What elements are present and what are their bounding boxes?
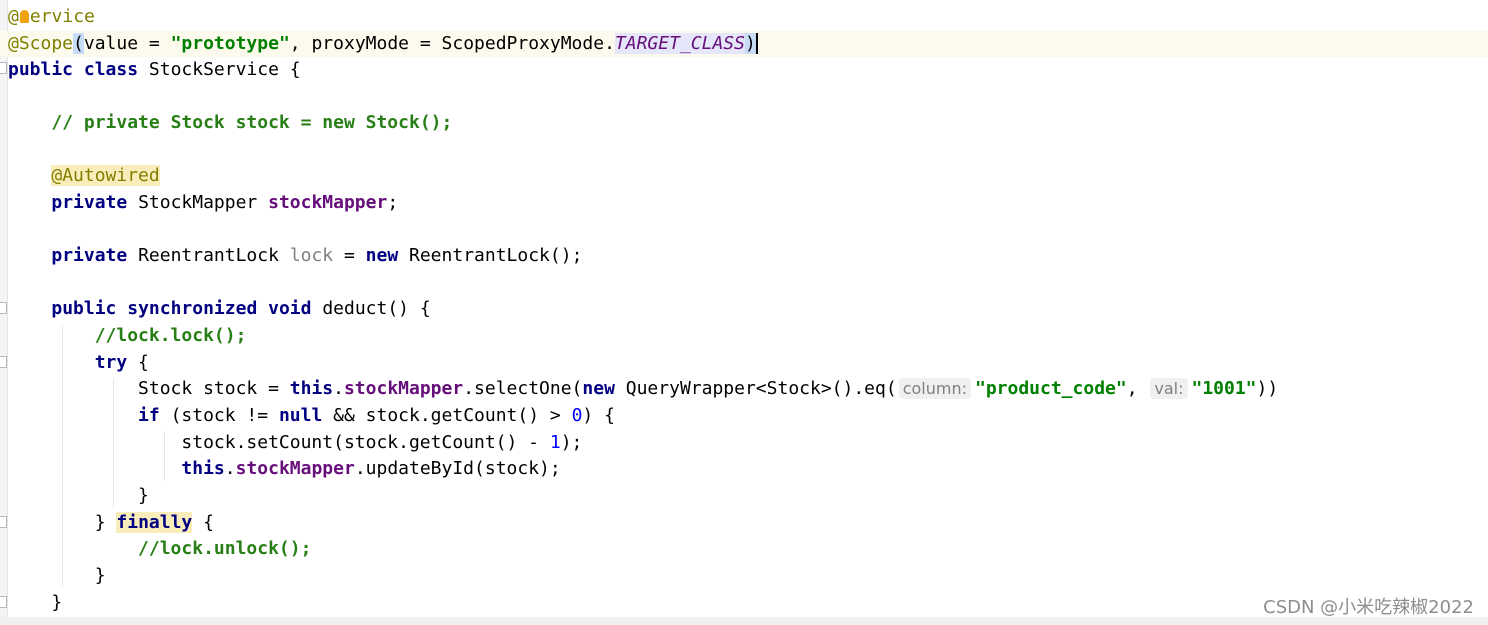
field-stockMapper: stockMapper [268, 192, 388, 213]
fold-marker-deduct-end[interactable] [0, 596, 7, 608]
code-line-8: private StockMapper stockMapper; [51, 192, 399, 213]
autowired-annotation: @Autowired [51, 165, 160, 186]
code-line-19: } [138, 485, 149, 506]
code-line-22: } [94, 565, 106, 586]
code-line-17: stock.setCount(stock.getCount() - 1); [181, 432, 583, 453]
comment: //lock.lock(); [94, 325, 247, 346]
finally-keyword: finally [116, 512, 193, 533]
code-line-13: //lock.lock(); [8, 323, 247, 349]
code-line-2: @Scope(value = "prototype", proxyMode = … [0, 31, 1488, 57]
code-line-15: Stock stock = this.stockMapper.selectOne… [138, 378, 1279, 399]
code-line-5: // private Stock stock = new Stock(); [8, 110, 452, 136]
matched-paren-open: ( [73, 33, 84, 54]
annotation-at: @ [8, 6, 19, 27]
code-line-18: this.stockMapper.updateById(stock); [181, 458, 561, 479]
code-line-23: } [51, 592, 63, 613]
fold-marker-try-end[interactable] [0, 516, 7, 528]
fold-marker-try[interactable] [0, 356, 7, 368]
method-deduct: deduct() { [322, 298, 431, 319]
code-line-16: if (stock != null && stock.getCount() > … [138, 405, 615, 426]
parameter-hint-val: val: [1150, 378, 1188, 399]
comment: //lock.unlock(); [138, 538, 312, 559]
fold-marker-class[interactable] [0, 62, 7, 74]
field-lock-unused: lock [289, 245, 334, 266]
string-literal: "prototype" [170, 33, 290, 54]
scope-annotation: @Scope [8, 33, 74, 54]
code-line-20: } finally { [94, 512, 214, 533]
code-line-7: @Autowired [8, 163, 160, 189]
comment: // private Stock stock = new Stock(); [51, 112, 453, 133]
fold-marker-deduct[interactable] [0, 302, 7, 314]
lightbulb-icon[interactable] [19, 10, 29, 23]
code-line-12: public synchronized void deduct() { [51, 298, 431, 319]
parameter-hint-column: column: [898, 378, 971, 399]
matched-paren-close-with-caret: ) [744, 33, 758, 54]
watermark: CSDN @小米吃辣椒2022 [1263, 597, 1474, 618]
class-name: StockService { [148, 59, 301, 80]
code-line-3: public class StockService { [8, 59, 301, 80]
code-line-10: private ReentrantLock lock = new Reentra… [51, 245, 583, 266]
code-line-21: //lock.unlock(); [8, 536, 311, 562]
enum-constant: TARGET_CLASS [614, 33, 745, 54]
code-line-14: try { [94, 352, 149, 373]
annotation-service-text: ervice [29, 6, 95, 27]
code-line-1: @ ervice [8, 4, 95, 30]
